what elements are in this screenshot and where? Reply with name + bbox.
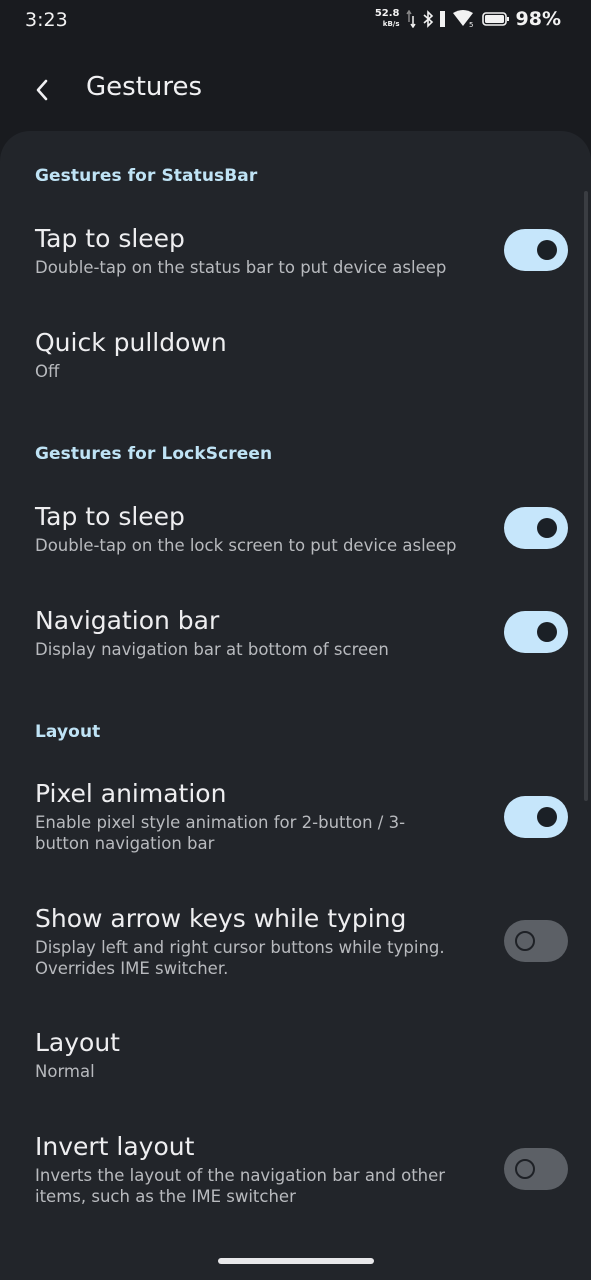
section-header-lockscreen: Gestures for LockScreen — [35, 444, 273, 464]
toggle-knob — [515, 931, 535, 951]
pref-title: Invert layout — [35, 1132, 195, 1161]
toggle-pixel-animation[interactable] — [504, 796, 568, 838]
battery-percent: 98% — [515, 8, 561, 30]
toggle-navigation-bar[interactable] — [504, 611, 568, 653]
pref-pixel-animation[interactable]: Pixel animation Enable pixel style anima… — [35, 778, 475, 854]
pref-summary: Inverts the layout of the navigation bar… — [35, 1166, 446, 1206]
app-bar: Gestures — [0, 60, 591, 120]
section-header-statusbar: Gestures for StatusBar — [35, 166, 258, 186]
pref-show-arrow-keys[interactable]: Show arrow keys while typing Display lef… — [35, 903, 485, 979]
back-button[interactable] — [22, 70, 62, 110]
pref-statusbar-tap-to-sleep[interactable]: Tap to sleep Double-tap on the status ba… — [35, 223, 575, 278]
pref-summary: Display navigation bar at bottom of scre… — [35, 640, 389, 659]
status-bar: 3:23 52.8 kB/s 5 98% — [0, 0, 591, 44]
pref-summary: Off — [35, 362, 60, 381]
home-indicator[interactable] — [218, 1258, 374, 1264]
pref-summary: Normal — [35, 1062, 95, 1081]
toggle-knob — [537, 240, 557, 260]
pref-title: Navigation bar — [35, 606, 220, 635]
pref-title: Pixel animation — [35, 779, 227, 808]
bluetooth-icon — [422, 10, 433, 28]
data-arrows-icon — [405, 10, 416, 28]
section-header-layout: Layout — [35, 722, 101, 742]
toggle-knob — [515, 1159, 535, 1179]
toggle-statusbar-tap-to-sleep[interactable] — [504, 229, 568, 271]
pref-summary: Double-tap on the status bar to put devi… — [35, 258, 447, 277]
status-time: 3:23 — [25, 9, 68, 31]
pref-layout[interactable]: Layout Normal — [35, 1027, 575, 1082]
pref-title: Tap to sleep — [35, 224, 185, 253]
toggle-knob — [537, 807, 557, 827]
back-arrow-icon — [36, 79, 48, 101]
scrollbar[interactable] — [584, 191, 588, 801]
pref-summary: Double-tap on the lock screen to put dev… — [35, 536, 457, 555]
toggle-show-arrow-keys[interactable] — [504, 920, 568, 962]
toggle-lockscreen-tap-to-sleep[interactable] — [504, 507, 568, 549]
wifi-icon: 5 — [452, 10, 473, 28]
pref-lockscreen-tap-to-sleep[interactable]: Tap to sleep Double-tap on the lock scre… — [35, 501, 575, 556]
status-icons: 52.8 kB/s 5 98% — [375, 8, 561, 30]
pref-navigation-bar[interactable]: Navigation bar Display navigation bar at… — [35, 605, 575, 660]
pref-summary: Display left and right cursor buttons wh… — [35, 938, 445, 978]
vibrate-icon — [439, 11, 445, 27]
net-speed: 52.8 kB/s — [374, 8, 400, 29]
pref-title: Layout — [35, 1028, 120, 1057]
pref-summary: Enable pixel style animation for 2-butto… — [35, 813, 406, 853]
pref-quick-pulldown[interactable]: Quick pulldown Off — [35, 327, 575, 382]
battery-icon — [481, 12, 509, 26]
pref-title: Quick pulldown — [35, 328, 227, 357]
pref-invert-layout[interactable]: Invert layout Inverts the layout of the … — [35, 1131, 485, 1207]
pref-title: Show arrow keys while typing — [35, 904, 407, 933]
toggle-invert-layout[interactable] — [504, 1148, 568, 1190]
toggle-knob — [537, 518, 557, 538]
toggle-knob — [537, 622, 557, 642]
settings-list[interactable]: Gestures for StatusBar Tap to sleep Doub… — [0, 131, 591, 1280]
svg-text:5: 5 — [469, 21, 473, 28]
pref-title: Tap to sleep — [35, 502, 185, 531]
page-title: Gestures — [86, 72, 203, 102]
